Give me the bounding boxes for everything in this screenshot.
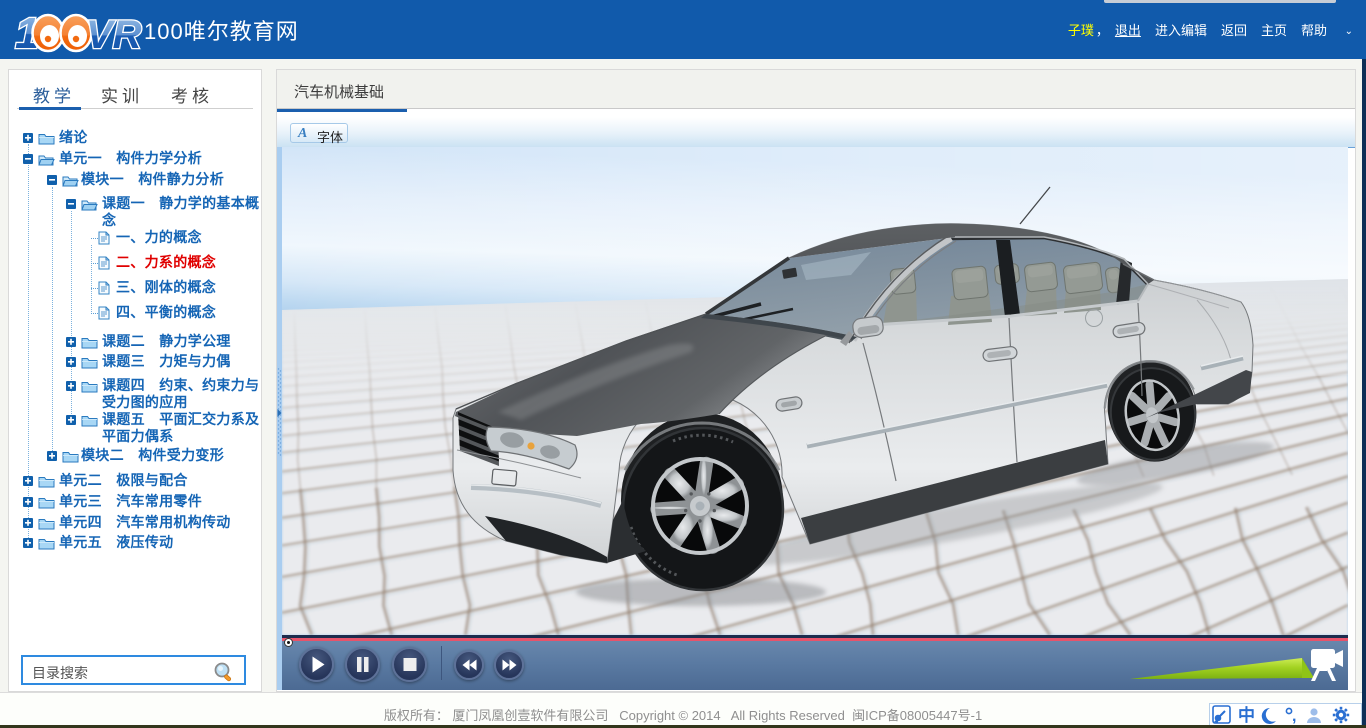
svg-text:,: , [1292, 708, 1296, 725]
svg-text:VR: VR [86, 13, 142, 54]
svg-text:中: 中 [1238, 705, 1255, 725]
